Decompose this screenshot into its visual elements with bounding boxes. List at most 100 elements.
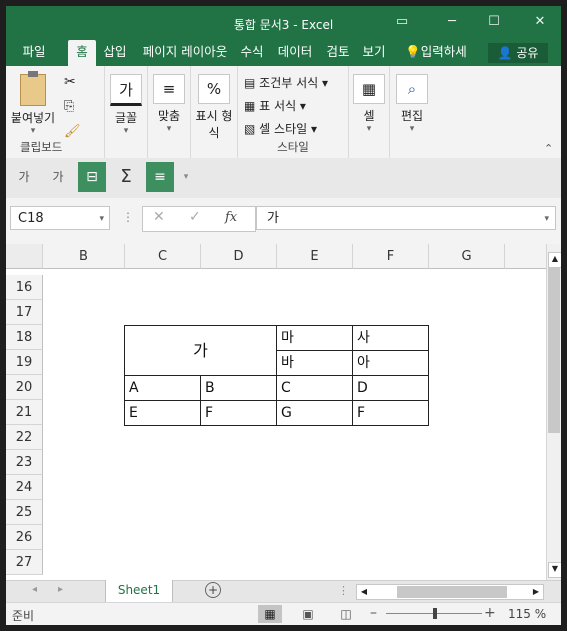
cell-d21[interactable]: F: [200, 400, 277, 426]
page-layout-view-icon[interactable]: ▣: [298, 605, 318, 623]
column-header-f[interactable]: F: [353, 244, 429, 269]
conditional-format-button[interactable]: ▤ 조건부 서식 ▾: [244, 74, 328, 91]
row-header-20[interactable]: 20: [6, 375, 43, 400]
merge-center-icon[interactable]: ⊟: [78, 162, 106, 192]
scroll-down-icon[interactable]: ▼: [548, 562, 561, 578]
minimize-button[interactable]: ─: [440, 12, 464, 32]
cell-f18[interactable]: 사: [352, 325, 429, 351]
zoom-out-icon[interactable]: –: [370, 605, 377, 621]
horizontal-scrollbar[interactable]: ◀ ▶: [356, 584, 544, 600]
row-header-26[interactable]: 26: [6, 525, 43, 550]
zoom-slider[interactable]: [386, 608, 482, 619]
column-header-d[interactable]: D: [201, 244, 277, 269]
format-painter-icon[interactable]: 🖌: [64, 124, 81, 139]
formula-input[interactable]: 가 ▾: [256, 206, 556, 230]
share-button[interactable]: 👤 공유: [488, 43, 548, 63]
alignment-button[interactable]: ≡ 맞춤 ▾: [152, 74, 186, 134]
horizontal-scroll-thumb[interactable]: [397, 586, 507, 598]
increase-font-button[interactable]: 가: [10, 162, 38, 192]
row-header-16[interactable]: 16: [6, 275, 43, 300]
zoom-slider-handle[interactable]: [433, 608, 437, 619]
row-header-18[interactable]: 18: [6, 325, 43, 350]
confirm-icon[interactable]: ✓: [189, 209, 201, 225]
tab-splitter-icon[interactable]: ⋮: [338, 584, 349, 597]
font-button[interactable]: 가 글꼴 ▾: [109, 74, 143, 136]
tab-formulas[interactable]: 수식: [238, 40, 266, 66]
vertical-scroll-thumb[interactable]: [548, 268, 560, 433]
select-all-corner[interactable]: [6, 244, 43, 269]
worksheet[interactable]: B C D E F G 16 17 18 19 20 21 22 23 24 2…: [6, 244, 561, 580]
cell-e21[interactable]: G: [276, 400, 353, 426]
copy-icon[interactable]: ⎘: [64, 99, 74, 114]
scroll-up-icon[interactable]: ▲: [548, 252, 561, 268]
maximize-button[interactable]: ☐: [482, 12, 506, 32]
row-header-24[interactable]: 24: [6, 475, 43, 500]
conditional-format-label: 조건부 서식: [259, 76, 319, 90]
autosum-button[interactable]: Σ: [112, 162, 140, 192]
tell-me-box[interactable]: 💡입력하세요: [400, 40, 472, 83]
column-header-h-partial[interactable]: [505, 244, 546, 269]
column-header-c[interactable]: C: [125, 244, 201, 269]
cell-e18[interactable]: 마: [276, 325, 353, 351]
row-header-21[interactable]: 21: [6, 400, 43, 425]
align-center-icon[interactable]: ≡: [146, 162, 174, 192]
tab-home[interactable]: 홈: [68, 40, 96, 66]
row-header-27[interactable]: 27: [6, 550, 43, 575]
cell-f21[interactable]: F: [352, 400, 429, 426]
tab-insert[interactable]: 삽입: [99, 40, 131, 66]
cell-e19[interactable]: 바: [276, 350, 353, 376]
scroll-right-icon[interactable]: ▶: [529, 585, 543, 599]
row-header-19[interactable]: 19: [6, 350, 43, 375]
search-icon: ⌕: [396, 74, 428, 104]
add-sheet-icon[interactable]: +: [205, 582, 221, 598]
name-box[interactable]: C18 ▾: [10, 206, 110, 230]
scroll-left-icon[interactable]: ◀: [357, 585, 371, 599]
cells-button[interactable]: ▦ 셀 ▾: [353, 74, 385, 134]
sheet-tabs-bar: ◂ ▸ Sheet1 + ⋮ ◀ ▶: [6, 580, 561, 603]
normal-view-icon[interactable]: ▦: [258, 605, 282, 623]
cell-f20[interactable]: D: [352, 375, 429, 401]
decrease-font-button[interactable]: 가: [44, 162, 72, 192]
customize-qat-icon[interactable]: ▾: [178, 162, 194, 192]
cut-icon[interactable]: ✂: [64, 74, 76, 90]
sheet-tab-sheet1[interactable]: Sheet1: [105, 580, 173, 603]
cell-c21[interactable]: E: [124, 400, 201, 426]
tab-data[interactable]: 데이터: [274, 40, 316, 66]
cell-styles-button[interactable]: ▧ 셀 스타일 ▾: [244, 120, 317, 137]
cancel-icon[interactable]: ✕: [153, 209, 165, 225]
tab-review[interactable]: 검토: [324, 40, 352, 66]
cell-f19[interactable]: 아: [352, 350, 429, 376]
cell-d20[interactable]: B: [200, 375, 277, 401]
format-table-label: 표 서식: [259, 99, 297, 113]
cell-c20[interactable]: A: [124, 375, 201, 401]
tab-file[interactable]: 파일: [14, 40, 54, 66]
chevron-down-icon: ▾: [30, 126, 36, 136]
column-header-b[interactable]: B: [43, 244, 125, 269]
tab-page-layout[interactable]: 페이지 레이아웃: [137, 40, 233, 66]
number-format-button[interactable]: % 표시 형 식: [193, 74, 235, 141]
vertical-scrollbar[interactable]: ▲ ▼: [546, 244, 561, 580]
paste-button[interactable]: 붙여넣기 ▾: [10, 71, 56, 136]
editing-button[interactable]: ⌕ 편집 ▾: [396, 74, 428, 134]
row-header-25[interactable]: 25: [6, 500, 43, 525]
row-header-23[interactable]: 23: [6, 450, 43, 475]
collapse-ribbon-icon[interactable]: ⌃: [544, 142, 553, 155]
row-header-17[interactable]: 17: [6, 300, 43, 325]
zoom-level[interactable]: 115 %: [508, 607, 546, 621]
tab-view[interactable]: 보기: [360, 40, 388, 66]
expand-formula-icon[interactable]: ▾: [544, 207, 549, 231]
column-header-e[interactable]: E: [277, 244, 353, 269]
clipboard-icon: [20, 71, 46, 106]
insert-function-button[interactable]: fx: [225, 210, 237, 225]
cell-e20[interactable]: C: [276, 375, 353, 401]
column-header-g[interactable]: G: [429, 244, 505, 269]
row-header-22[interactable]: 22: [6, 425, 43, 450]
next-sheet-icon[interactable]: ▸: [58, 584, 63, 595]
close-button[interactable]: ✕: [528, 12, 552, 32]
page-break-view-icon[interactable]: ◫: [336, 605, 356, 623]
ribbon-display-icon[interactable]: ▭: [390, 12, 414, 32]
format-table-button[interactable]: ▦ 표 서식 ▾: [244, 97, 306, 114]
prev-sheet-icon[interactable]: ◂: [32, 584, 37, 595]
cell-c18-merged[interactable]: 가: [124, 325, 277, 376]
zoom-in-icon[interactable]: +: [484, 605, 496, 621]
